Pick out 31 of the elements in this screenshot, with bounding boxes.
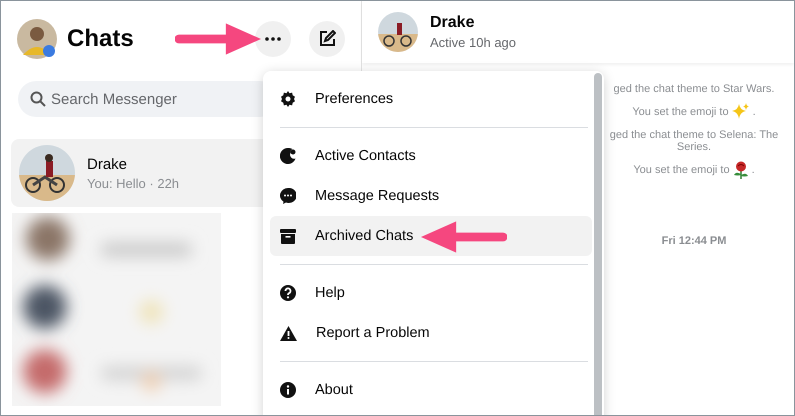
warning-icon xyxy=(280,326,297,340)
system-message: ged the chat theme to Selena: The Series. xyxy=(608,129,780,153)
menu-item[interactable]: About xyxy=(270,370,592,410)
system-message: You set the emoji to xyxy=(633,164,730,176)
rose-icon xyxy=(732,161,749,179)
contacts-icon xyxy=(280,148,296,164)
more-options-button[interactable] xyxy=(255,21,291,57)
sidebar-title: Chats xyxy=(67,25,134,53)
system-message: ged the chat theme to Star Wars. xyxy=(613,83,774,95)
compose-icon xyxy=(318,30,336,48)
chat-bubble-icon xyxy=(280,188,296,204)
menu-item[interactable]: Help xyxy=(270,273,592,313)
menu-item[interactable]: Report a Problem xyxy=(270,313,592,353)
system-message: You set the emoji to xyxy=(632,106,729,118)
new-message-button[interactable] xyxy=(309,21,345,57)
contact-name: Drake xyxy=(430,14,476,32)
search-icon xyxy=(30,91,46,107)
help-icon xyxy=(280,285,296,301)
archive-icon xyxy=(280,228,296,244)
info-icon xyxy=(280,382,296,398)
more-icon xyxy=(265,37,281,41)
settings-icon xyxy=(280,91,296,107)
message-period: . xyxy=(752,164,755,176)
avatar-icon[interactable] xyxy=(17,19,57,59)
scrollbar[interactable] xyxy=(594,73,602,415)
menu-item[interactable]: Archived Chats xyxy=(270,216,592,256)
contact-name: Drake xyxy=(87,156,128,172)
message-period: . xyxy=(752,106,756,118)
message-preview: You: Hello · 22h xyxy=(87,176,180,190)
active-status: Active 10h ago xyxy=(430,35,516,50)
timestamp: Fri 12:44 PM xyxy=(662,235,726,247)
